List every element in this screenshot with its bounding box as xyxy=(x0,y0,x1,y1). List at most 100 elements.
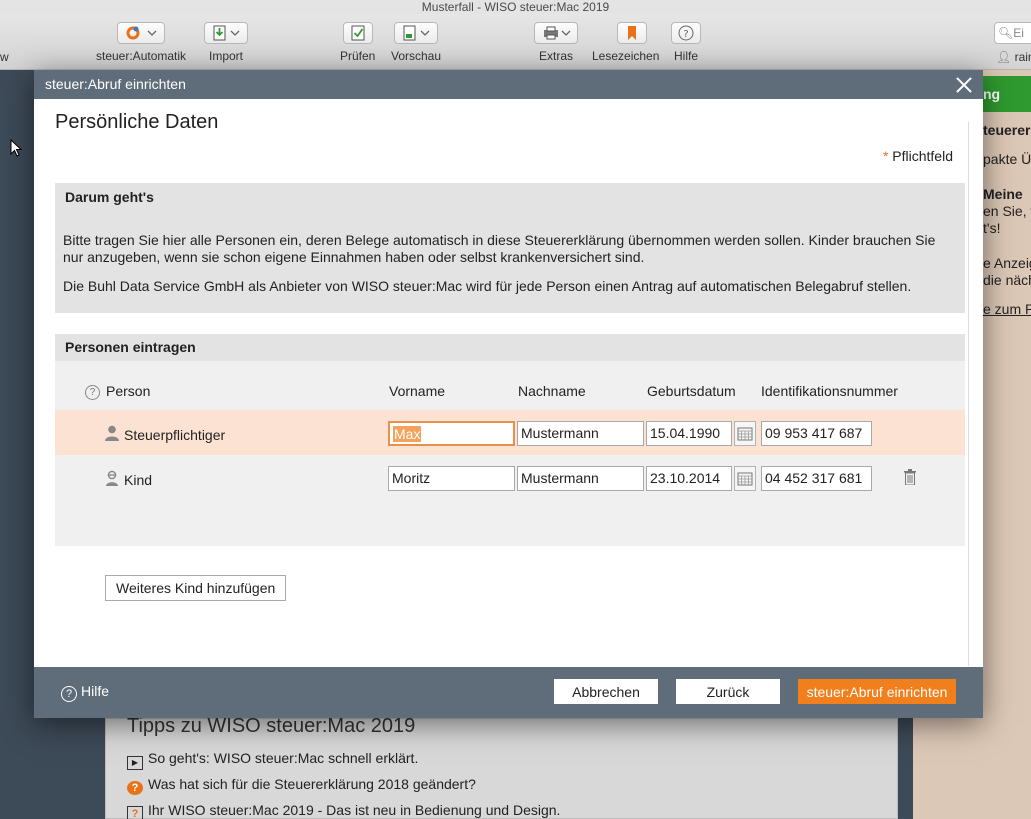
tip-link[interactable]: ? Ihr WISO steuer:Mac 2019 - Das ist neu … xyxy=(127,802,560,819)
nachname-input[interactable]: Mustermann xyxy=(517,466,644,491)
toolbar-label: Import xyxy=(208,49,243,63)
dialog-title: steuer:Abruf einrichten xyxy=(45,76,186,92)
vorname-value: Moritz xyxy=(392,470,431,486)
toolbar-steuer-automatik[interactable]: steuer:Automatik xyxy=(96,22,186,63)
scroll-divider xyxy=(968,122,969,666)
help-circle-icon[interactable]: ? xyxy=(85,385,100,400)
calendar-icon xyxy=(737,427,753,441)
toolbar-label: Lesezeichen xyxy=(592,49,660,63)
help-link[interactable]: ? Hilfe xyxy=(61,683,109,702)
add-child-button[interactable]: Weiteres Kind hinzufügen xyxy=(105,575,287,601)
submit-button[interactable]: steuer:Abruf einrichten xyxy=(798,679,956,704)
help-icon: ? xyxy=(671,22,701,44)
search-field[interactable]: 🔍︎Ei xyxy=(994,22,1031,44)
automatik-icon xyxy=(117,22,166,44)
search-partial-text: Ei xyxy=(1013,26,1024,40)
toolbar-extras[interactable]: Extras xyxy=(534,22,578,63)
required-note: * Pflichtfeld xyxy=(883,148,953,164)
tips-panel: Tipps zu WISO steuer:Mac 2019 ▶ So geht's… xyxy=(105,715,898,819)
calendar-button[interactable] xyxy=(734,421,756,446)
toolbar-label: Prüfen xyxy=(340,49,376,63)
tip-text: Was hat sich für die Steuererklärung 201… xyxy=(148,776,476,792)
persons-heading: Personen eintragen xyxy=(55,334,965,361)
idnr-value: 09 953 417 687 xyxy=(765,425,863,441)
dialog-header: steuer:Abruf einrichten xyxy=(34,70,983,99)
person-role-label: Kind xyxy=(124,472,153,488)
info-heading: Darum geht's xyxy=(65,189,154,205)
toolbar-label: Hilfe xyxy=(673,49,698,63)
calendar-button[interactable] xyxy=(734,466,756,491)
dialog-footer: ? Hilfe Abbrechen Zurück steuer:Abruf ein… xyxy=(34,667,983,718)
column-person: ? Person xyxy=(85,383,150,400)
vorname-input[interactable]: Max xyxy=(388,421,515,446)
cancel-button[interactable]: Abbrechen xyxy=(554,679,658,704)
toolbar-import[interactable]: Import xyxy=(204,22,248,63)
idnr-input[interactable]: 04 452 317 681 xyxy=(761,466,872,491)
right-sidebar-text: Meine xyxy=(983,186,1023,202)
page-title: Persönliche Daten xyxy=(55,111,219,133)
document-icon: ? xyxy=(127,806,143,819)
window-title: Musterfall - WISO steuer:Mac 2019 xyxy=(0,0,1031,14)
nachname-input[interactable]: Mustermann xyxy=(517,421,644,446)
column-vorname: Vorname xyxy=(389,383,446,399)
printer-icon xyxy=(534,22,578,44)
user-name-partial: rain xyxy=(1014,50,1031,64)
video-icon: ▶ xyxy=(127,756,143,770)
help-label: Hilfe xyxy=(81,683,110,699)
user-account[interactable]: 👤︎ rain xyxy=(996,50,1031,64)
main-toolbar: w steuer:Automatik Import Prüfen Vorscha… xyxy=(0,14,1031,70)
tips-title: Tipps zu WISO steuer:Mac 2019 xyxy=(127,715,416,737)
person-row-kind: Kind Moritz Mustermann 23.10.2014 04 452… xyxy=(55,455,965,500)
nachname-value: Mustermann xyxy=(521,470,599,486)
user-icon: 👤︎ xyxy=(996,50,1012,64)
person-role: Kind xyxy=(105,470,152,488)
idnr-value: 04 452 317 681 xyxy=(765,470,863,486)
bookmark-icon xyxy=(616,22,647,44)
tip-link[interactable]: ▶ So geht's: WISO steuer:Mac schnell erkl… xyxy=(127,750,418,770)
tip-link[interactable]: ? Was hat sich für die Steuererklärung 20… xyxy=(127,776,476,795)
info-paragraph: Die Buhl Data Service GmbH als Anbieter … xyxy=(63,278,912,294)
toolbar-label: Vorschau xyxy=(391,49,442,63)
person-role-label: Steuerpflichtiger xyxy=(124,427,226,443)
check-icon xyxy=(342,22,373,44)
person-icon xyxy=(105,425,119,441)
geburtsdatum-value: 15.04.1990 xyxy=(650,425,721,441)
vorname-input[interactable]: Moritz xyxy=(388,466,515,491)
tip-text: So geht's: WISO steuer:Mac schnell erklä… xyxy=(148,750,419,766)
tip-text: Ihr WISO steuer:Mac 2019 - Das ist neu i… xyxy=(148,802,561,818)
toolbar-vorschau[interactable]: Vorschau xyxy=(391,22,441,63)
geburtsdatum-input[interactable]: 23.10.2014 xyxy=(646,466,732,491)
svg-text:?: ? xyxy=(683,29,688,40)
right-sidebar-text: die nächs xyxy=(983,272,1031,288)
calendar-icon xyxy=(737,472,753,486)
column-idnr: Identifikationsnummer xyxy=(761,383,898,399)
person-role: Steuerpflichtiger xyxy=(105,425,225,443)
right-sidebar-text: en Sie, w xyxy=(983,203,1031,219)
toolbar-hilfe[interactable]: ? Hilfe xyxy=(671,22,701,63)
help-circle-icon: ? xyxy=(61,686,77,702)
required-star: * xyxy=(882,148,889,164)
trash-icon[interactable] xyxy=(904,469,916,485)
toolbar-label: steuer:Automatik xyxy=(96,49,187,63)
right-sidebar-link[interactable]: e zum Pr xyxy=(983,301,1031,317)
right-sidebar-text: teuererk xyxy=(983,122,1031,138)
back-button[interactable]: Zurück xyxy=(676,679,780,704)
idnr-input[interactable]: 09 953 417 687 xyxy=(761,421,872,446)
nachname-value: Mustermann xyxy=(521,425,599,441)
info-box: Darum geht's Bitte tragen Sie hier alle … xyxy=(55,183,965,313)
right-sidebar-text: t's! xyxy=(983,220,1001,236)
column-geburtsdatum: Geburtsdatum xyxy=(647,383,736,399)
close-icon[interactable] xyxy=(955,76,973,94)
toolbar-lesezeichen[interactable]: Lesezeichen xyxy=(592,22,659,63)
import-icon xyxy=(204,22,248,44)
preview-icon xyxy=(394,22,439,44)
geburtsdatum-value: 23.10.2014 xyxy=(650,470,721,486)
vorname-value: Max xyxy=(393,426,422,442)
geburtsdatum-input[interactable]: 15.04.1990 xyxy=(646,421,732,446)
column-nachname: Nachname xyxy=(518,383,586,399)
persons-section: Personen eintragen ? Person Vorname Nachn… xyxy=(55,334,965,601)
required-label: Pflichtfeld xyxy=(892,148,953,164)
toolbar-pruefen[interactable]: Prüfen xyxy=(340,22,375,63)
toolbar-item-partial[interactable]: w xyxy=(0,50,9,64)
right-sidebar-text: pakte Üb xyxy=(983,151,1031,167)
